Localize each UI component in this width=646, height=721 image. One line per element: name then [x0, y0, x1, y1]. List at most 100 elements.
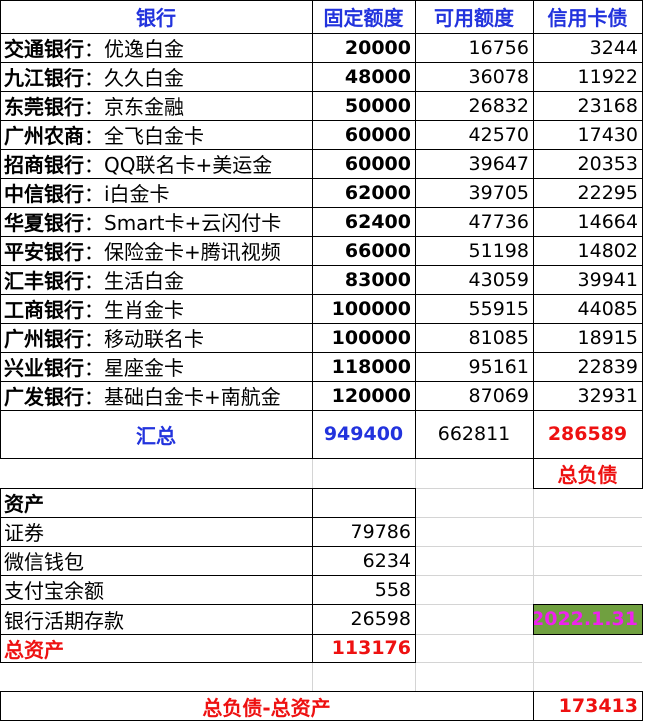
card-debt-cell[interactable]: 32931 — [533, 381, 642, 410]
fixed-limit-cell[interactable]: 120000 — [312, 381, 415, 410]
fixed-limit-cell[interactable]: 100000 — [312, 294, 415, 323]
card-debt-cell[interactable]: 14802 — [533, 236, 642, 265]
fixed-limit-cell[interactable]: 83000 — [312, 265, 415, 294]
fixed-limit-cell[interactable]: 20000 — [312, 33, 415, 62]
grid-line — [0, 634, 416, 635]
bank-name: 汇丰银行 — [4, 269, 84, 293]
card-debt-cell[interactable]: 3244 — [533, 33, 642, 62]
card-name: ：QQ联名卡+美运金 — [84, 153, 273, 177]
asset-label[interactable]: 证券 — [0, 517, 312, 546]
card-name: ：Smart卡+云闪付卡 — [84, 211, 282, 235]
bank-card-cell[interactable]: 九江银行 ：久久白金 — [0, 62, 312, 91]
bank-name: 华夏银行 — [4, 211, 84, 235]
header-available-limit[interactable]: 可用额度 — [415, 0, 533, 33]
fixed-limit-cell[interactable]: 60000 — [312, 120, 415, 149]
header-fixed-limit[interactable]: 固定额度 — [312, 0, 415, 33]
bank-card-cell[interactable]: 东莞银行 ：京东金融 — [0, 91, 312, 120]
grid-line — [642, 0, 643, 458]
asset-label[interactable]: 微信钱包 — [0, 546, 312, 575]
grid-line — [642, 604, 643, 634]
grid-line — [0, 691, 1, 721]
header-bank[interactable]: 银行 — [0, 0, 312, 33]
fixed-limit-cell[interactable]: 100000 — [312, 323, 415, 352]
fixed-limit-cell[interactable]: 62000 — [312, 178, 415, 207]
fixed-limit-cell[interactable]: 50000 — [312, 91, 415, 120]
card-debt-cell[interactable]: 14664 — [533, 207, 642, 236]
card-debt-cell[interactable]: 23168 — [533, 91, 642, 120]
card-debt-cell[interactable]: 17430 — [533, 120, 642, 149]
available-limit-cell[interactable]: 87069 — [415, 381, 533, 410]
total-available[interactable]: 662811 — [415, 410, 533, 458]
bank-card-cell[interactable]: 兴业银行 ：星座金卡 — [0, 352, 312, 381]
card-debt-cell[interactable]: 11922 — [533, 62, 642, 91]
card-debt-cell[interactable]: 44085 — [533, 294, 642, 323]
asset-value[interactable]: 6234 — [312, 546, 415, 575]
available-limit-cell[interactable]: 42570 — [415, 120, 533, 149]
header-card-debt[interactable]: 信用卡债 — [533, 0, 642, 33]
spreadsheet: 银行 固定额度 可用额度 信用卡债交通银行 ：优逸白金 20000 16756 3244 九江银… — [0, 0, 646, 721]
total-label[interactable]: 汇总 — [0, 410, 312, 458]
bank-card-cell[interactable]: 中信银行 ：i白金卡 — [0, 178, 312, 207]
bank-name: 兴业银行 — [4, 356, 84, 380]
asset-value[interactable]: 26598 — [312, 604, 415, 634]
grid-line — [0, 120, 643, 121]
assets-title[interactable]: 资产 — [0, 488, 312, 517]
available-limit-cell[interactable]: 16756 — [415, 33, 533, 62]
available-limit-cell[interactable]: 81085 — [415, 323, 533, 352]
grid-line — [0, 178, 643, 179]
card-name: ：生肖金卡 — [84, 298, 184, 322]
grid-line — [0, 265, 643, 266]
bank-name: 交通银行 — [4, 37, 84, 61]
fixed-limit-cell[interactable]: 62400 — [312, 207, 415, 236]
total-assets-value[interactable]: 113176 — [312, 634, 415, 662]
date-cell[interactable]: 2022.1.31 — [533, 604, 642, 634]
available-limit-cell[interactable]: 95161 — [415, 352, 533, 381]
grid-line — [0, 91, 643, 92]
available-limit-cell[interactable]: 39647 — [415, 149, 533, 178]
available-limit-cell[interactable]: 55915 — [415, 294, 533, 323]
card-name: ：基础白金卡+南航金 — [84, 385, 281, 409]
bank-name: 广发银行 — [4, 385, 84, 409]
asset-value[interactable]: 79786 — [312, 517, 415, 546]
bank-card-cell[interactable]: 汇丰银行 ：生活白金 — [0, 265, 312, 294]
available-limit-cell[interactable]: 51198 — [415, 236, 533, 265]
available-limit-cell[interactable]: 43059 — [415, 265, 533, 294]
bank-card-cell[interactable]: 广州农商 ：全飞白金卡 — [0, 120, 312, 149]
total-fixed[interactable]: 949400 — [312, 410, 415, 458]
available-limit-cell[interactable]: 39705 — [415, 178, 533, 207]
card-debt-cell[interactable]: 20353 — [533, 149, 642, 178]
fixed-limit-cell[interactable]: 60000 — [312, 149, 415, 178]
card-debt-cell[interactable]: 22839 — [533, 352, 642, 381]
grid-line — [533, 0, 534, 458]
available-limit-cell[interactable]: 36078 — [415, 62, 533, 91]
bank-card-cell[interactable]: 广州银行 ：移动联名卡 — [0, 323, 312, 352]
grid-line — [0, 410, 643, 411]
asset-value[interactable]: 558 — [312, 575, 415, 604]
bank-card-cell[interactable]: 华夏银行 ：Smart卡+云闪付卡 — [0, 207, 312, 236]
grid-line — [533, 604, 643, 605]
net-value[interactable]: 173413 — [533, 691, 642, 721]
fixed-limit-cell[interactable]: 48000 — [312, 62, 415, 91]
card-debt-cell[interactable]: 39941 — [533, 265, 642, 294]
net-label[interactable]: 总负债-总资产 — [0, 691, 533, 721]
available-limit-cell[interactable]: 26832 — [415, 91, 533, 120]
bank-card-cell[interactable]: 广发银行 ：基础白金卡+南航金 — [0, 381, 312, 410]
bank-card-cell[interactable]: 招商银行 ：QQ联名卡+美运金 — [0, 149, 312, 178]
asset-label[interactable]: 银行活期存款 — [0, 604, 312, 634]
total-debt[interactable]: 286589 — [533, 410, 642, 458]
total-debt-label[interactable]: 总负债 — [533, 458, 642, 488]
bank-card-cell[interactable]: 工商银行 ：生肖金卡 — [0, 294, 312, 323]
card-debt-cell[interactable]: 22295 — [533, 178, 642, 207]
bank-card-cell[interactable]: 交通银行 ：优逸白金 — [0, 33, 312, 62]
grid-line — [0, 517, 416, 518]
available-limit-cell[interactable]: 47736 — [415, 207, 533, 236]
grid-line — [0, 546, 416, 547]
fixed-limit-cell[interactable]: 118000 — [312, 352, 415, 381]
asset-label[interactable]: 支付宝余额 — [0, 575, 312, 604]
bank-name: 工商银行 — [4, 298, 84, 322]
total-assets-label[interactable]: 总资产 — [0, 634, 312, 662]
card-debt-cell[interactable]: 18915 — [533, 323, 642, 352]
grid-line — [533, 691, 534, 721]
fixed-limit-cell[interactable]: 66000 — [312, 236, 415, 265]
bank-card-cell[interactable]: 平安银行 ：保险金卡+腾讯视频 — [0, 236, 312, 265]
